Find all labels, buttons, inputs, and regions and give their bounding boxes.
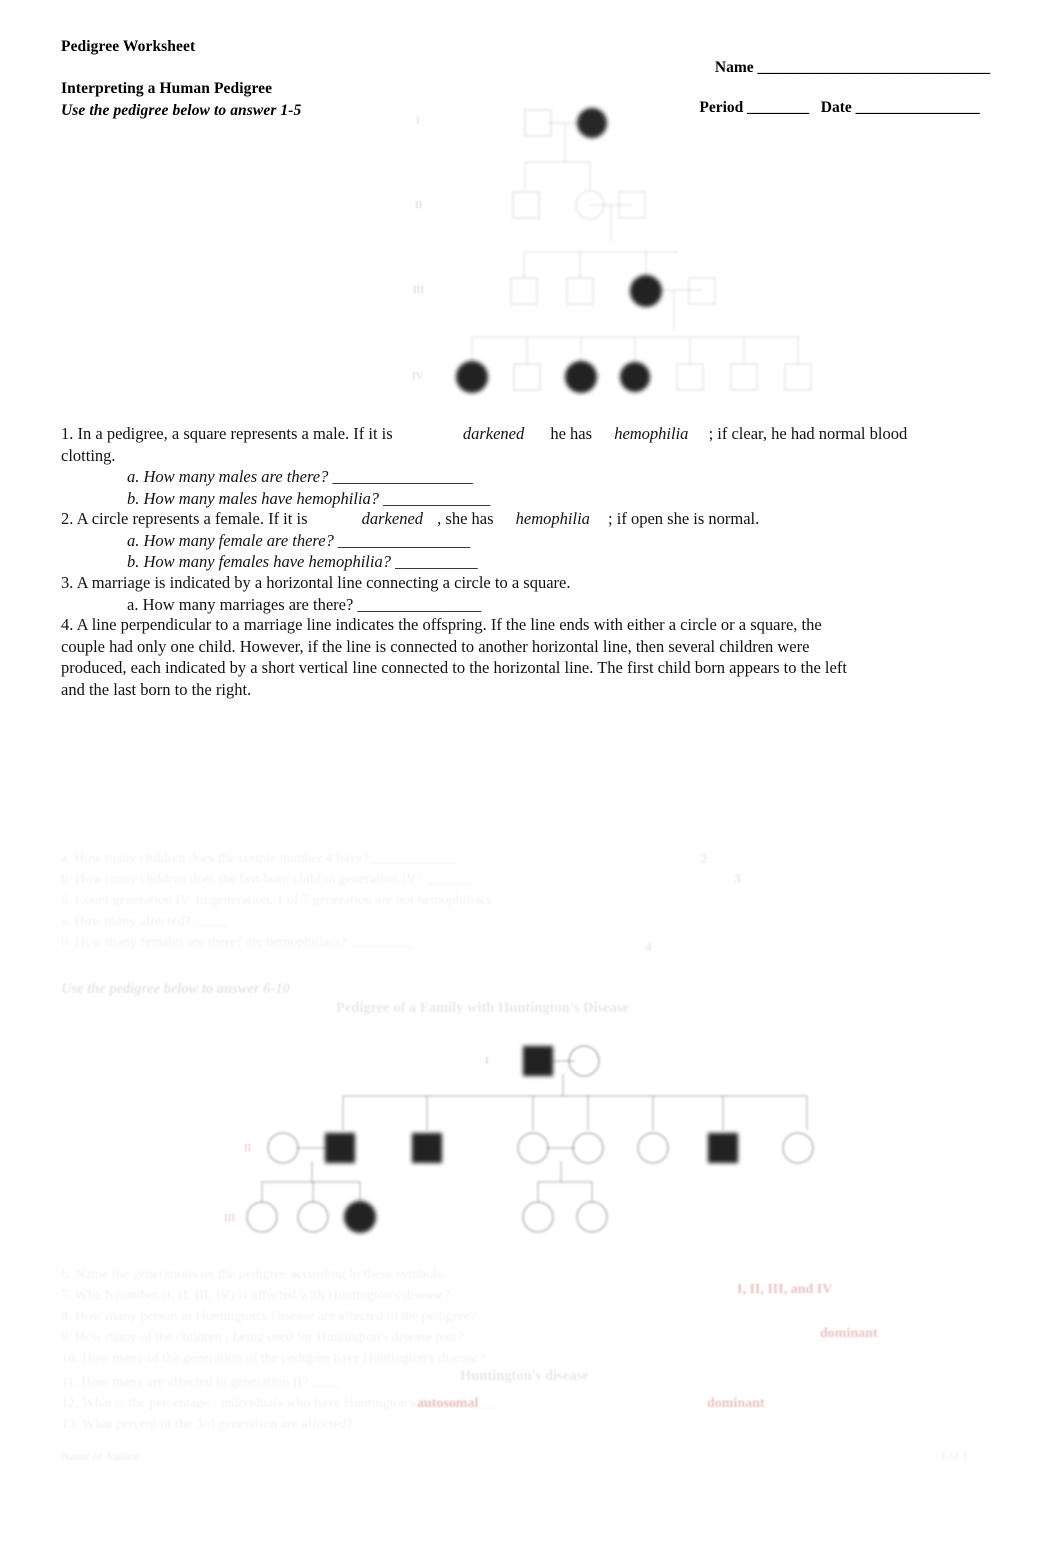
question-2a[interactable]: a. How many female are there? __________… bbox=[61, 530, 961, 552]
question-1b[interactable]: b. How many males have hemophilia? _____… bbox=[61, 488, 961, 510]
ink-answer-4: dominant bbox=[707, 1396, 765, 1411]
question-1-lead: 1. In a pedigree, a square represents a … bbox=[61, 424, 393, 443]
ink-answer-5: Huntington's disease bbox=[460, 1368, 589, 1384]
second-pedigree-title: Pedigree of a Family with Huntington's D… bbox=[336, 1000, 629, 1016]
faded-questions-block-lower: 6. Name the generations on the pedigree … bbox=[61, 1267, 485, 1366]
question-4: 4. A line perpendicular to a marriage li… bbox=[61, 614, 851, 700]
footer-left: Name of Author bbox=[61, 1449, 139, 1463]
question-2-tail: ; if open she is normal. bbox=[608, 509, 760, 528]
section-instruction: Use the pedigree below to answer 1-5 bbox=[61, 102, 302, 119]
question-1: 1. In a pedigree, a square represents a … bbox=[61, 423, 961, 509]
section-heading: Interpreting a Human Pedigree bbox=[61, 80, 273, 97]
ink-answer-3: autosomal bbox=[417, 1396, 479, 1411]
erased-ink-mark-3: 3 bbox=[734, 872, 741, 887]
faded-questions-block-upper: a. How many children does the couple num… bbox=[61, 851, 492, 950]
ink-answer-1: I, II, III, and IV bbox=[737, 1282, 833, 1297]
question-1a[interactable]: a. How many males are there? ___________… bbox=[61, 466, 961, 488]
question-2-blank-2: hemophilia bbox=[515, 509, 590, 528]
question-3: 3. A marriage is indicated by a horizont… bbox=[61, 572, 961, 615]
generation-label-bottom-iii: III bbox=[224, 1212, 235, 1224]
generation-label-iv: IV bbox=[412, 370, 424, 382]
generation-label-i: I bbox=[416, 115, 420, 127]
question-2-lead: 2. A circle represents a female. If it i… bbox=[61, 509, 308, 528]
generation-label-bottom-ii: II bbox=[244, 1142, 252, 1154]
name-field-label[interactable]: Name ______________________________ bbox=[715, 59, 990, 76]
question-2-blank-1: darkened bbox=[361, 509, 424, 528]
generation-label-bottom-i: I bbox=[485, 1055, 489, 1067]
question-2-mid: , she has bbox=[437, 509, 494, 528]
page-title: Pedigree Worksheet bbox=[61, 38, 196, 55]
pedigree-diagram-hemophilia bbox=[400, 92, 860, 404]
footer-right: 1 of 1 bbox=[940, 1449, 968, 1463]
question-2b[interactable]: b. How many females have hemophilia? ___… bbox=[61, 551, 961, 573]
question-1-blank-1: darkened bbox=[462, 424, 525, 443]
question-3-lead: 3. A marriage is indicated by a horizont… bbox=[61, 573, 571, 592]
question-3a[interactable]: a. How many marriages are there? _______… bbox=[61, 594, 961, 616]
erased-ink-mark-1 bbox=[128, 698, 748, 714]
generation-label-iii: III bbox=[413, 284, 424, 296]
question-1-blank-2: hemophilia bbox=[614, 424, 689, 443]
second-section-instruction: Use the pedigree below to answer 6-10 bbox=[61, 981, 290, 997]
erased-ink-mark-2: 2 bbox=[700, 852, 707, 867]
question-4-lead: 4. A line perpendicular to a marriage li… bbox=[61, 615, 847, 699]
generation-label-ii: II bbox=[415, 199, 423, 211]
worksheet-page: Pedigree Worksheet Interpreting a Human … bbox=[0, 0, 1062, 1561]
pedigree-diagram-huntingtons bbox=[215, 1030, 845, 1260]
erased-ink-mark-4: 4 bbox=[645, 940, 652, 955]
question-1-mid: he has bbox=[550, 424, 593, 443]
ink-answer-2: dominant bbox=[820, 1326, 878, 1341]
question-2: 2. A circle represents a female. If it i… bbox=[61, 508, 961, 573]
